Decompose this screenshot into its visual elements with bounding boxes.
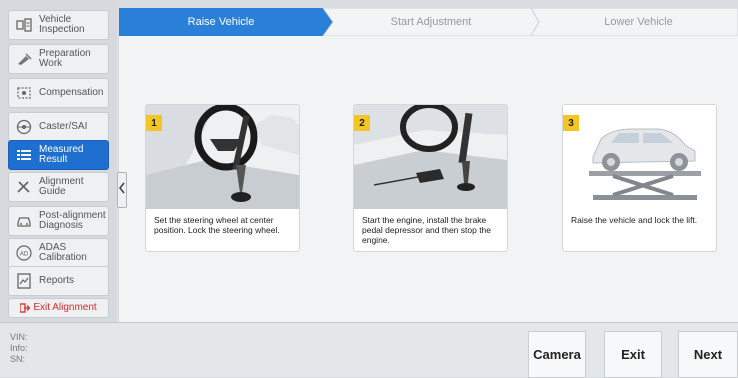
camera-button[interactable]: Camera <box>528 331 586 378</box>
instruction-card-3: 3 Raise the vehicle and lock the lift. <box>562 104 717 252</box>
sidebar-item-caster-sai[interactable]: Caster/SAI <box>8 112 109 142</box>
sidebar-item-alignment-guide[interactable]: Alignment Guide <box>8 172 109 202</box>
sidebar-item-label: Caster/SAI <box>39 121 88 132</box>
card-caption: Start the engine, install the brake peda… <box>362 215 492 245</box>
main-panel: Raise Vehicle Start Adjustment Lower Veh… <box>119 8 738 322</box>
adas-icon: AD <box>15 244 33 262</box>
vehicle-inspection-icon <box>15 16 33 34</box>
sidebar-item-label: Compensation <box>39 87 104 98</box>
step-start-adjustment: Start Adjustment <box>390 16 472 28</box>
exit-button[interactable]: Exit <box>604 331 662 378</box>
sidebar-item-post-alignment-diagnosis[interactable]: Post-alignment Diagnosis <box>8 206 109 236</box>
sidebar-item-reports[interactable]: Reports <box>8 266 109 296</box>
exit-icon <box>20 299 31 317</box>
measured-result-icon <box>15 146 33 164</box>
svg-text:AD: AD <box>20 252 29 258</box>
vehicle-on-lift-image <box>563 105 716 209</box>
sidebar-item-measured-result[interactable]: Measured Result <box>8 140 109 170</box>
bottom-bar: VIN: Info: SN: Camera Exit Next <box>0 322 738 378</box>
sidebar-collapse-toggle[interactable] <box>117 172 127 208</box>
sidebar-item-adas-calibration[interactable]: AD ADAS Calibration <box>8 238 109 268</box>
alignment-guide-icon <box>15 178 33 196</box>
compensation-icon <box>15 84 33 102</box>
step-progress-bar: Raise Vehicle Start Adjustment Lower Veh… <box>119 8 738 36</box>
step-raise-vehicle: Raise Vehicle <box>187 16 255 28</box>
sidebar-item-compensation[interactable]: Compensation <box>8 78 109 108</box>
steering-wheel-lock-image <box>146 105 299 209</box>
sidebar-item-label: Vehicle Inspection <box>39 14 85 35</box>
sidebar-item-label: Measured Result <box>39 144 84 165</box>
chevron-left-icon <box>118 181 125 199</box>
preparation-icon <box>15 50 33 68</box>
card-caption: Raise the vehicle and lock the lift. <box>571 215 698 225</box>
caster-icon <box>15 118 33 136</box>
step-number-badge: 3 <box>563 115 579 131</box>
report-icon <box>15 272 33 290</box>
exit-alignment-label: Exit Alignment <box>33 302 97 313</box>
instruction-card-2: 2 Start the engine, install the brake pe… <box>353 104 508 252</box>
vehicle-info: VIN: Info: SN: <box>10 332 28 365</box>
sidebar-item-label: Preparation Work <box>39 48 91 69</box>
vin-label: VIN: <box>10 332 28 342</box>
sidebar-item-vehicle-inspection[interactable]: Vehicle Inspection <box>8 10 109 40</box>
car-icon <box>15 212 33 230</box>
next-button[interactable]: Next <box>678 331 738 378</box>
sn-label: SN: <box>10 354 26 364</box>
brake-pedal-depressor-image <box>354 105 507 209</box>
sidebar-item-label: Reports <box>39 275 75 286</box>
sidebar-item-label: ADAS Calibration <box>39 242 87 263</box>
card-caption: Set the steering wheel at center positio… <box>154 215 280 235</box>
step-number-badge: 1 <box>146 115 162 131</box>
sidebar-item-label: Alignment Guide <box>39 176 84 197</box>
sidebar-item-preparation-work[interactable]: Preparation Work <box>8 44 109 74</box>
instruction-card-1: 1 Set the steering wheel at center posit… <box>145 104 300 252</box>
info-label: Info: <box>10 343 28 353</box>
sidebar: Vehicle Inspection Preparation Work Compen… <box>0 0 116 322</box>
sidebar-item-label: Post-alignment Diagnosis <box>39 210 106 231</box>
step-lower-vehicle: Lower Vehicle <box>604 16 673 28</box>
exit-alignment-button[interactable]: Exit Alignment <box>8 298 109 318</box>
step-number-badge: 2 <box>354 115 370 131</box>
